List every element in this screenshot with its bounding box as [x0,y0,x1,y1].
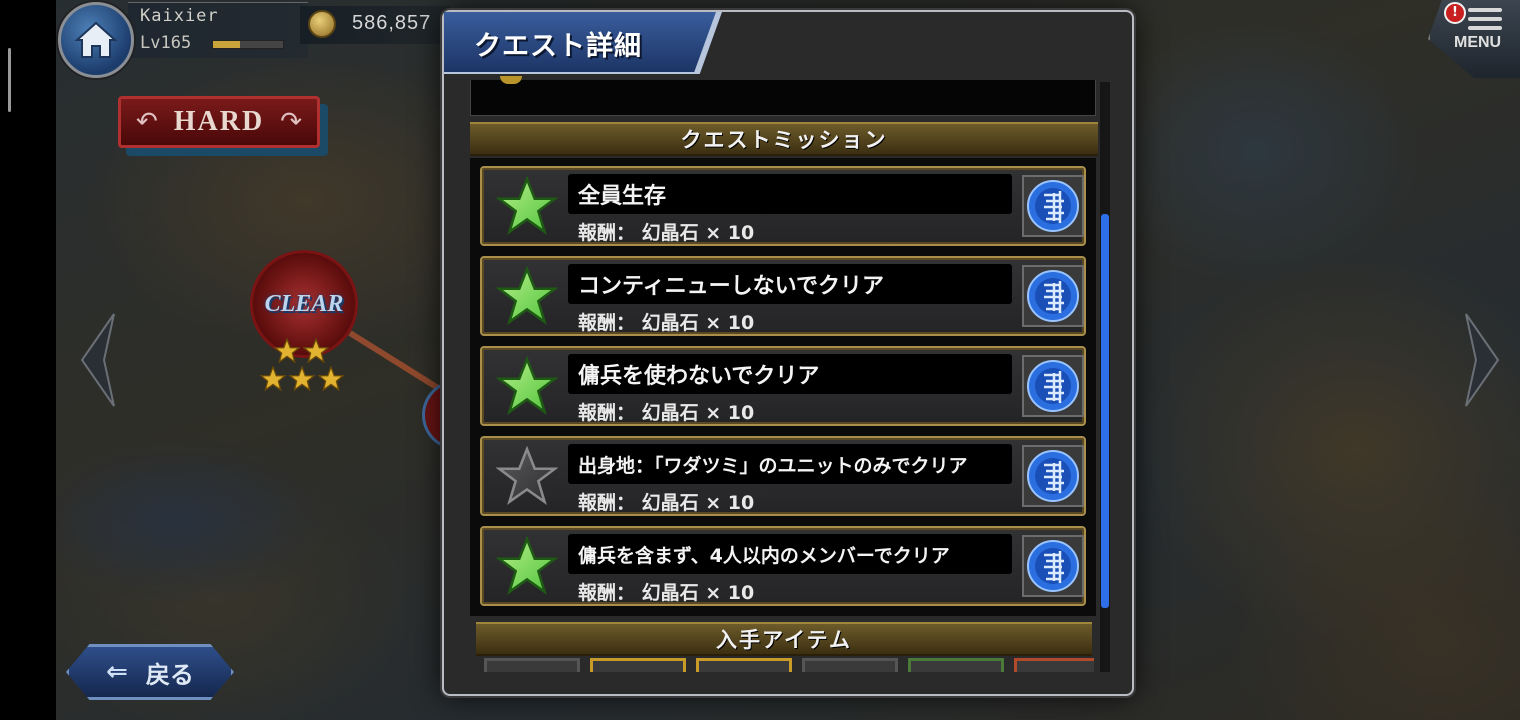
reward-frame [1022,175,1084,237]
map-scroll-right-icon[interactable] [1462,312,1502,408]
menu-label: MENU [1454,34,1502,51]
mission-row: コンティニューしないでクリア報酬： 幻晶石 × 10 [480,256,1086,336]
crystal-gem-icon [1027,360,1079,412]
item-slot[interactable] [484,658,580,672]
mission-reward: 報酬： 幻晶石 × 10 [578,582,755,604]
reward-frame [1022,445,1084,507]
difficulty-label: HARD [173,106,265,137]
stage-stars-bottom [260,366,344,392]
mission-complete-star-icon [496,176,558,236]
star-icon [303,338,329,364]
mission-title: 傭兵を含まず、4人以内のメンバーでクリア [568,534,1012,574]
mission-title: 出身地：「ワダツミ」のユニットのみでクリア [568,444,1012,484]
star-icon [318,366,344,392]
mission-row: 傭兵を含まず、4人以内のメンバーでクリア報酬： 幻晶石 × 10 [480,526,1086,606]
home-button[interactable] [58,2,134,78]
crystal-gem-icon [1027,180,1079,232]
back-button[interactable]: ⇐ 戻る [66,644,234,700]
rotate-right-icon: ↷ [280,107,303,137]
hamburger-icon [1468,8,1502,35]
mission-incomplete-star-icon [496,446,558,506]
mission-title: コンティニューしないでクリア [568,264,1012,304]
map-scroll-left-icon[interactable] [78,312,118,408]
exp-bar-fill [213,41,240,48]
dialog-title: クエスト詳細 [474,31,642,62]
arrow-left-icon: ⇐ [106,657,128,687]
mission-complete-star-icon [496,356,558,416]
crystal-gem-icon [1027,270,1079,322]
rotate-left-icon: ↶ [135,107,158,137]
star-icon [260,366,286,392]
item-slot[interactable] [1014,658,1094,672]
crystal-gem-icon [1027,450,1079,502]
dialog-scrollbar-thumb[interactable] [1101,214,1109,608]
clear-label: CLEAR [264,290,344,317]
item-slot[interactable] [696,658,792,672]
stage-stars-top [274,338,329,364]
difficulty-toggle-button[interactable]: ↶ HARD ↷ [118,96,320,148]
mission-row: 出身地：「ワダツミ」のユニットのみでクリア報酬： 幻晶石 × 10 [480,436,1086,516]
reward-frame [1022,355,1084,417]
mission-title: 傭兵を使わないでクリア [568,354,1012,394]
mission-reward: 報酬： 幻晶石 × 10 [578,312,755,334]
item-slot[interactable] [908,658,1004,672]
item-slot[interactable] [802,658,898,672]
items-section-header: 入手アイテム [476,622,1092,656]
crystal-gem-icon [1027,540,1079,592]
player-level: Lv165 [140,33,192,53]
item-slot-row [478,658,1094,672]
mission-row: 全員生存報酬： 幻晶石 × 10 [480,166,1086,246]
mission-complete-star-icon [496,536,558,596]
back-label: 戻る [145,660,194,689]
mission-row: 傭兵を使わないでクリア報酬： 幻晶石 × 10 [480,346,1086,426]
notification-badge: ! [1444,2,1466,24]
player-name: Kaixier [140,6,219,26]
exp-bar [212,40,284,49]
missions-section-header: クエストミッション [470,122,1098,156]
system-edge-strip [0,0,56,720]
home-icon [74,21,118,58]
item-slot[interactable] [590,658,686,672]
star-icon [274,338,300,364]
mission-reward: 報酬： 幻晶石 × 10 [578,222,755,244]
previous-section-box [470,80,1096,116]
mission-reward: 報酬： 幻晶石 × 10 [578,402,755,424]
reward-frame [1022,265,1084,327]
mission-reward: 報酬： 幻晶石 × 10 [578,492,755,514]
star-icon [289,366,315,392]
mission-complete-star-icon [496,266,558,326]
system-handle [8,48,11,112]
gold-amount: 586,857 [352,12,432,34]
reward-frame [1022,535,1084,597]
gold-coin-icon [308,10,336,38]
mission-title: 全員生存 [568,174,1012,214]
